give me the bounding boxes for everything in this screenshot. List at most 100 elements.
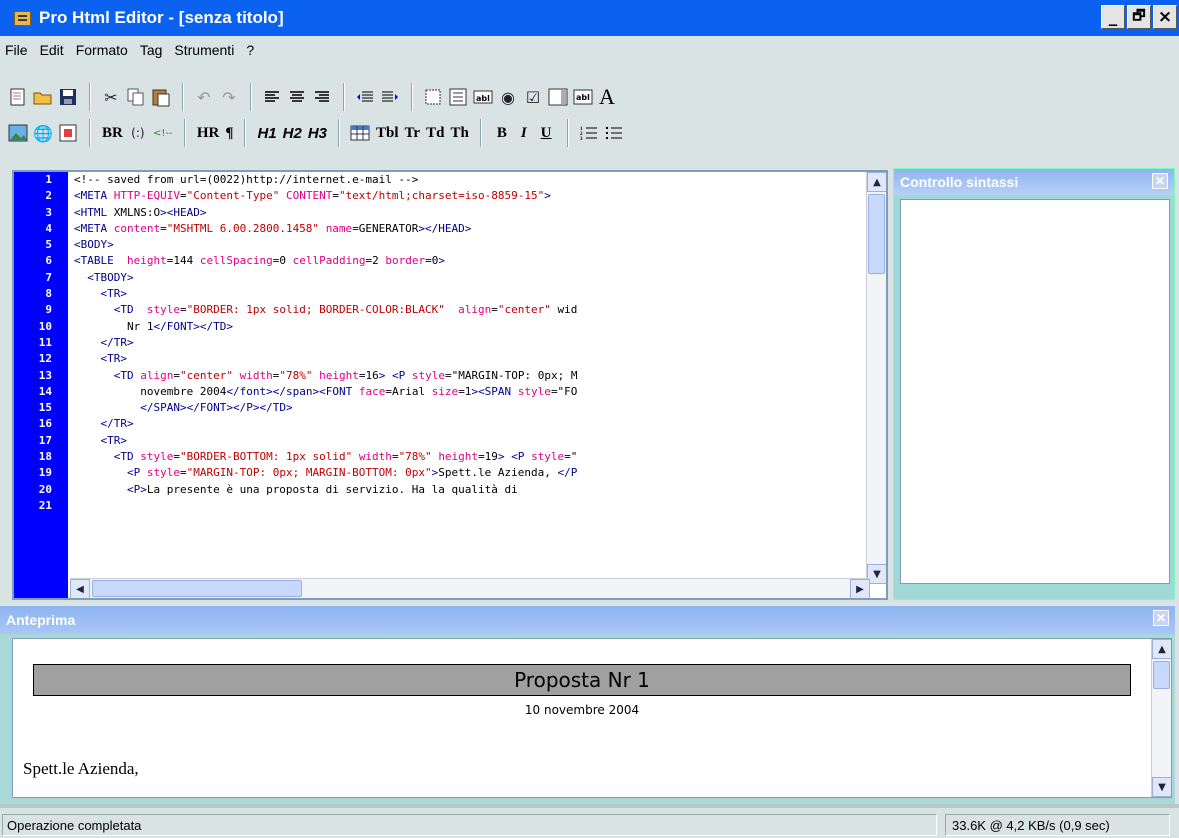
- line-number-gutter: 1 2 3 4 5 6 7 8 9 10 11 12 13 14 15 16 17 18 19 20 21: [14, 172, 68, 598]
- close-icon[interactable]: ✕: [1152, 173, 1168, 189]
- ordered-list-icon[interactable]: 123: [577, 120, 601, 146]
- paste-icon[interactable]: [149, 84, 173, 110]
- code-line[interactable]: <META HTTP-EQUIV="Content-Type" CONTENT=…: [74, 188, 874, 204]
- menu-help[interactable]: ?: [240, 42, 260, 58]
- close-icon[interactable]: ✕: [1153, 610, 1169, 626]
- table-icon[interactable]: [348, 120, 372, 146]
- code-line[interactable]: <!-- saved from url=(0022)http://interne…: [74, 172, 874, 188]
- app-icon[interactable]: [14, 10, 31, 26]
- code-line[interactable]: <TD align="center" width="78%" height=16…: [74, 368, 874, 384]
- scroll-up-icon[interactable]: ▲: [1152, 639, 1171, 659]
- scroll-left-icon[interactable]: ◀: [70, 579, 90, 598]
- hyperlink-icon[interactable]: 🌐: [31, 120, 55, 146]
- proposal-title: Proposta Nr 1: [33, 664, 1131, 696]
- maximize-button[interactable]: 🗗: [1127, 5, 1151, 29]
- h1-button[interactable]: H1: [254, 120, 279, 146]
- code-line[interactable]: <HTML XMLNS:O><HEAD>: [74, 205, 874, 221]
- hscroll-thumb[interactable]: [92, 580, 302, 597]
- copy-icon[interactable]: [124, 84, 148, 110]
- code-line[interactable]: <META content="MSHTML 6.00.2800.1458" na…: [74, 221, 874, 237]
- br-button[interactable]: BR: [99, 120, 126, 146]
- scroll-down-icon[interactable]: ▼: [867, 564, 886, 584]
- outdent-icon[interactable]: [353, 84, 377, 110]
- form-fields-icon[interactable]: [446, 84, 470, 110]
- line-number: 4: [45, 221, 52, 235]
- window-title: Pro Html Editor - [senza titolo]: [39, 8, 284, 27]
- tr-button[interactable]: Tr: [402, 120, 424, 146]
- preview-content[interactable]: Proposta Nr 1 10 novembre 2004 Spett.le …: [12, 638, 1172, 798]
- new-file-icon[interactable]: [6, 84, 30, 110]
- save-icon[interactable]: [56, 84, 80, 110]
- line-number: 14: [38, 384, 52, 398]
- scroll-right-icon[interactable]: ▶: [850, 579, 870, 598]
- code-editor[interactable]: 1 2 3 4 5 6 7 8 9 10 11 12 13 14 15 16 17 18 19 20 21 <!-- s…: [12, 170, 888, 600]
- text-field-icon[interactable]: abl: [471, 84, 495, 110]
- code-line[interactable]: <TR>: [74, 351, 874, 367]
- code-line[interactable]: <P>La presente è una proposta di servizi…: [74, 482, 874, 498]
- open-folder-icon[interactable]: [31, 84, 55, 110]
- select-list-icon[interactable]: [546, 84, 570, 110]
- code-line[interactable]: <TR>: [74, 433, 874, 449]
- editor-horizontal-scrollbar[interactable]: ◀ ▶: [70, 578, 870, 598]
- undo-icon[interactable]: ↶: [192, 84, 216, 110]
- h2-button[interactable]: H2: [280, 120, 305, 146]
- code-line[interactable]: <TD style="BORDER-BOTTOM: 1px solid" wid…: [74, 449, 874, 465]
- td-button[interactable]: Td: [423, 120, 447, 146]
- redo-icon[interactable]: ↷: [217, 84, 241, 110]
- code-line[interactable]: novembre 2004</font></span><FONT face=Ar…: [74, 384, 874, 400]
- comment-insert-icon[interactable]: (:): [126, 120, 150, 146]
- menu-tag[interactable]: Tag: [134, 42, 169, 58]
- title-bar[interactable]: Pro Html Editor - [senza titolo] _ 🗗 ×: [0, 0, 1179, 36]
- comment-icon[interactable]: <!--: [151, 120, 175, 146]
- menu-edit[interactable]: Edit: [34, 42, 70, 58]
- textarea-icon[interactable]: abl: [571, 84, 595, 110]
- bold-button[interactable]: B: [490, 120, 514, 146]
- cut-icon[interactable]: ✂: [99, 84, 123, 110]
- code-line[interactable]: <BODY>: [74, 237, 874, 253]
- code-line[interactable]: </TR>: [74, 335, 874, 351]
- underline-button[interactable]: U: [534, 120, 559, 146]
- object-icon[interactable]: [56, 120, 80, 146]
- align-center-icon[interactable]: [285, 84, 309, 110]
- tbl-button[interactable]: Tbl: [373, 120, 402, 146]
- toolbar-separator: [89, 119, 91, 147]
- indent-icon[interactable]: [378, 84, 402, 110]
- menu-file[interactable]: File: [0, 42, 34, 58]
- h3-button[interactable]: H3: [305, 120, 330, 146]
- preview-vertical-scrollbar[interactable]: ▲ ▼: [1151, 639, 1171, 797]
- scroll-thumb[interactable]: [868, 194, 885, 274]
- menu-formato[interactable]: Formato: [70, 42, 134, 58]
- th-button[interactable]: Th: [447, 120, 471, 146]
- scroll-thumb[interactable]: [1153, 661, 1170, 689]
- editor-vertical-scrollbar[interactable]: ▲ ▼: [866, 172, 886, 584]
- font-icon[interactable]: A: [596, 84, 618, 110]
- hr-button[interactable]: HR: [194, 120, 223, 146]
- scroll-down-icon[interactable]: ▼: [1152, 777, 1171, 797]
- code-line[interactable]: <TABLE height=144 cellSpacing=0 cellPadd…: [74, 253, 874, 269]
- menu-strumenti[interactable]: Strumenti: [168, 42, 240, 58]
- minimize-button[interactable]: _: [1101, 5, 1125, 29]
- code-line[interactable]: <TD style="BORDER: 1px solid; BORDER-COL…: [74, 302, 874, 318]
- italic-button[interactable]: I: [514, 120, 534, 146]
- code-line[interactable]: </SPAN></FONT></P></TD>: [74, 400, 874, 416]
- code-line[interactable]: <TR>: [74, 286, 874, 302]
- code-line[interactable]: <TBODY>: [74, 270, 874, 286]
- align-right-icon[interactable]: [310, 84, 334, 110]
- code-text[interactable]: <!-- saved from url=(0022)http://interne…: [74, 172, 874, 592]
- code-line[interactable]: <P style="MARGIN-TOP: 0px; MARGIN-BOTTOM…: [74, 465, 874, 481]
- unordered-list-icon[interactable]: [602, 120, 626, 146]
- code-line[interactable]: </TR>: [74, 416, 874, 432]
- line-number: 18: [38, 450, 52, 464]
- checkbox-icon[interactable]: ☑: [521, 84, 545, 110]
- code-line[interactable]: Nr 1</FONT></TD>: [74, 319, 874, 335]
- align-left-icon[interactable]: [260, 84, 284, 110]
- line-number: 1: [45, 173, 52, 186]
- syntax-results[interactable]: [900, 199, 1170, 584]
- scroll-up-icon[interactable]: ▲: [867, 172, 886, 192]
- paragraph-button[interactable]: ¶: [222, 120, 236, 146]
- form-icon[interactable]: [421, 84, 445, 110]
- image-icon[interactable]: [6, 120, 30, 146]
- radio-button-icon[interactable]: ◉: [496, 84, 520, 110]
- close-button[interactable]: ×: [1153, 5, 1177, 29]
- code-line[interactable]: [74, 498, 874, 514]
